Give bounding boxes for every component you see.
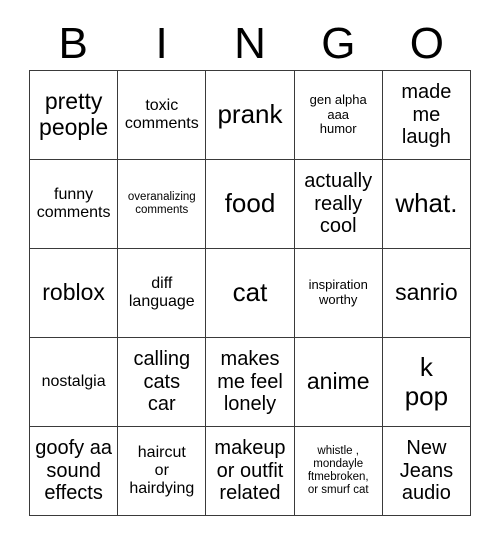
bingo-cell[interactable]: gen alpha aaa humor [294,71,383,160]
bingo-cell[interactable]: actually really cool [294,160,383,249]
bingo-cell[interactable]: calling cats car [118,338,207,427]
bingo-cell-label: New Jeans audio [399,437,454,505]
header-letter-n: N [234,19,266,68]
bingo-cell-label: toxic comments [124,97,199,132]
bingo-cell-label: makes me feel lonely [217,348,283,416]
bingo-cell[interactable]: what. [382,160,471,249]
bingo-cell-label: actually really cool [304,170,373,238]
bingo-cell[interactable]: prank [206,71,295,160]
bingo-cell-label: k pop [404,351,449,411]
bingo-cell-label: sanrio [395,279,458,306]
bingo-cell-label: diff language [128,275,195,310]
header-letter-o: O [409,19,444,68]
bingo-cell[interactable]: diff language [118,249,207,338]
bingo-cell-label: funny comments [36,186,111,221]
bingo-cell[interactable]: New Jeans audio [382,427,471,516]
bingo-cell[interactable]: cat [206,249,295,338]
bingo-cell[interactable]: makes me feel lonely [206,338,295,427]
bingo-cell[interactable]: food [206,160,295,249]
bingo-cell-label: anime [306,368,370,395]
bingo-cell[interactable]: whistle , mondayle ftmebroken, or smurf … [294,427,383,516]
bingo-cell-label: makeup or outfit related [214,437,286,505]
bingo-cell-label: calling cats car [133,348,191,416]
bingo-cell[interactable]: makeup or outfit related [206,427,295,516]
bingo-cell[interactable]: roblox [30,249,119,338]
bingo-cell[interactable]: toxic comments [118,71,207,160]
bingo-cell[interactable]: goofy aa sound effects [30,427,119,516]
bingo-cell[interactable]: anime [294,338,383,427]
bingo-cell-label: goofy aa sound effects [35,437,112,505]
bingo-cell-label: haircut or hairdying [129,444,195,497]
bingo-cell-label: gen alpha aaa humor [309,92,367,137]
bingo-cell[interactable]: haircut or hairdying [118,427,207,516]
bingo-cell-label: what. [395,188,458,219]
bingo-cell[interactable]: inspiration worthy [294,249,383,338]
bingo-cell-label: nostalgia [41,373,106,391]
bingo-cell-label: prank [217,99,283,130]
bingo-cell[interactable]: pretty people [30,71,119,160]
bingo-card: B I N G O pretty people toxic comments p… [0,0,500,544]
bingo-grid: pretty people toxic comments prank gen a… [29,70,471,516]
bingo-cell[interactable]: k pop [382,338,471,427]
bingo-cell-label: roblox [42,279,105,306]
bingo-cell-label: overanalizing comments [127,191,196,216]
bingo-cell-label: pretty people [39,88,109,140]
bingo-cell-label: food [224,188,276,219]
bingo-cell[interactable]: made me laugh [382,71,471,160]
bingo-header: B I N G O [29,18,471,70]
header-letter-g: G [321,19,356,68]
bingo-cell[interactable]: funny comments [30,160,119,249]
header-letter-i: I [155,19,168,68]
bingo-cell-label: made me laugh [401,81,452,149]
header-letter-b: B [58,19,88,68]
bingo-cell[interactable]: overanalizing comments [118,160,207,249]
bingo-cell-label: cat [232,277,268,308]
bingo-cell-label: whistle , mondayle ftmebroken, or smurf … [307,445,369,496]
bingo-cell-label: inspiration worthy [308,277,368,307]
bingo-cell[interactable]: sanrio [382,249,471,338]
bingo-cell[interactable]: nostalgia [30,338,119,427]
